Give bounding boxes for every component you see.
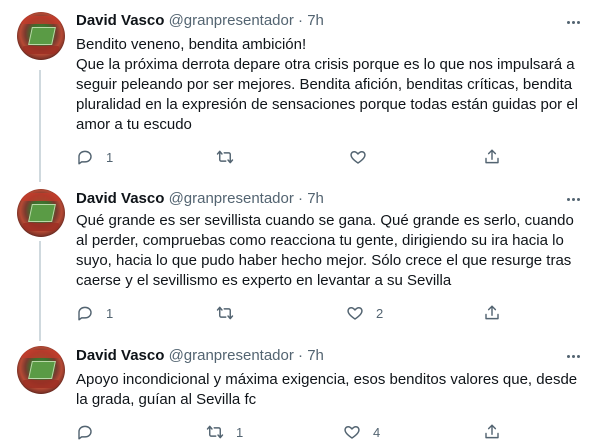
more-options-button[interactable] <box>563 189 583 209</box>
more-horizontal-icon <box>566 197 570 201</box>
tweet-text: Bendito veneno, bendita ambición! Que la… <box>76 35 588 135</box>
reply-count: 1 <box>106 305 114 321</box>
heart-icon <box>344 426 360 439</box>
tweet[interactable]: David Vasco @granpresentador · 7h Qué gr… <box>0 180 598 342</box>
tweet-actions: 1 4 <box>76 422 516 442</box>
timestamp[interactable]: 7h <box>307 190 324 207</box>
share-button[interactable] <box>483 422 501 442</box>
tweet[interactable]: David Vasco @granpresentador · 7h Apoyo … <box>0 342 598 448</box>
retweet-count: 1 <box>236 424 244 440</box>
separator: · <box>298 347 304 364</box>
retweet-button[interactable]: 1 <box>206 422 243 442</box>
author-name[interactable]: David Vasco <box>76 12 164 29</box>
reply-button[interactable] <box>76 422 106 442</box>
more-horizontal-icon <box>566 354 570 358</box>
retweet-icon <box>206 425 224 439</box>
tweet-header: David Vasco @granpresentador · 7h <box>76 189 324 209</box>
author-handle[interactable]: @granpresentador <box>169 190 294 207</box>
tweet-actions: 1 2 <box>76 303 516 323</box>
retweet-button[interactable] <box>216 147 246 167</box>
tweet[interactable]: David Vasco @granpresentador · 7h Bendit… <box>0 0 598 180</box>
share-button[interactable] <box>483 303 501 323</box>
share-icon <box>485 424 499 439</box>
like-button[interactable]: 2 <box>346 303 383 323</box>
share-icon <box>485 149 499 164</box>
tweet-text-line: Qué grande es ser sevillista cuando se g… <box>76 212 574 289</box>
author-handle[interactable]: @granpresentador <box>169 347 294 364</box>
avatar[interactable] <box>17 189 65 237</box>
heart-icon <box>347 307 363 320</box>
reply-icon <box>78 150 92 165</box>
retweet-button[interactable] <box>216 303 246 323</box>
share-icon <box>485 305 499 320</box>
reply-count: 1 <box>106 149 114 165</box>
more-options-button[interactable] <box>563 12 583 32</box>
reply-icon <box>78 425 92 440</box>
retweet-icon <box>216 306 234 320</box>
timestamp[interactable]: 7h <box>307 12 324 29</box>
author-name[interactable]: David Vasco <box>76 347 164 364</box>
like-count: 2 <box>376 305 384 321</box>
separator: · <box>298 12 304 29</box>
tweet-header: David Vasco @granpresentador · 7h <box>76 11 324 31</box>
heart-icon <box>350 151 366 164</box>
tweet-text: Apoyo incondicional y máxima exigencia, … <box>76 370 588 410</box>
tweet-actions: 1 <box>76 147 516 167</box>
more-options-button[interactable] <box>563 346 583 366</box>
reply-button[interactable]: 1 <box>76 303 113 323</box>
reply-button[interactable]: 1 <box>76 147 113 167</box>
like-button[interactable] <box>349 147 379 167</box>
avatar[interactable] <box>17 12 65 60</box>
tweet-text: Qué grande es ser sevillista cuando se g… <box>76 211 588 291</box>
tweet-text-line: Bendito veneno, bendita ambición! <box>76 36 307 53</box>
share-button[interactable] <box>483 147 501 167</box>
reply-icon <box>78 306 92 321</box>
tweet-text-line: Que la próxima derrota depare otra crisi… <box>76 56 579 133</box>
author-name[interactable]: David Vasco <box>76 190 164 207</box>
like-button[interactable]: 4 <box>343 422 380 442</box>
separator: · <box>298 190 304 207</box>
retweet-icon <box>216 150 234 164</box>
more-horizontal-icon <box>566 20 570 24</box>
tweet-text-line: Apoyo incondicional y máxima exigencia, … <box>76 371 578 408</box>
like-count: 4 <box>373 424 381 440</box>
tweet-header: David Vasco @granpresentador · 7h <box>76 346 324 366</box>
author-handle[interactable]: @granpresentador <box>169 12 294 29</box>
avatar[interactable] <box>17 346 65 394</box>
timestamp[interactable]: 7h <box>307 347 324 364</box>
